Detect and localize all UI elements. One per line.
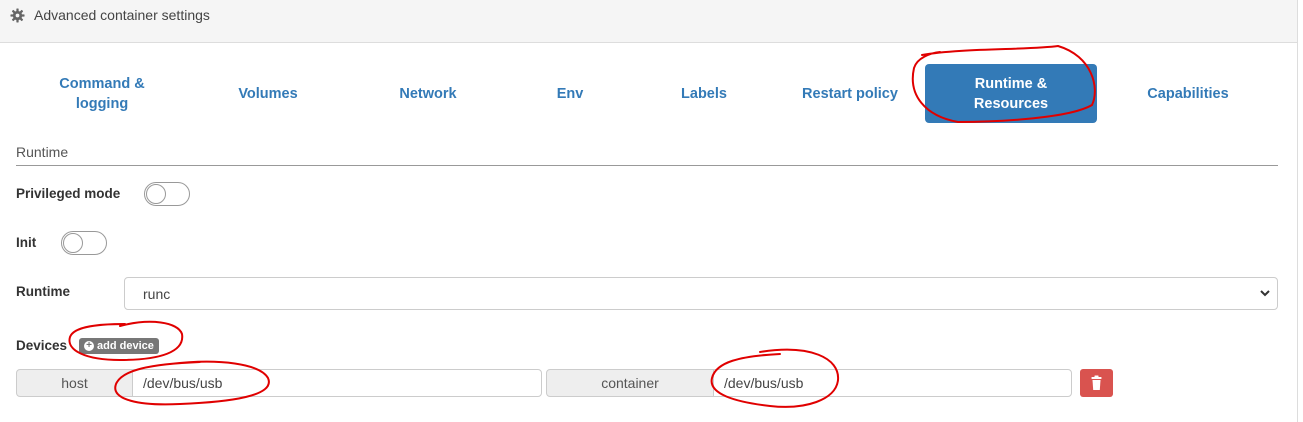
- gear-icon: [10, 8, 25, 23]
- add-device-label: add device: [97, 340, 154, 352]
- tab-capabilities[interactable]: Capabilities: [1108, 64, 1268, 123]
- add-device-button[interactable]: + add device: [79, 338, 159, 354]
- chevron-down-icon: [1260, 290, 1270, 297]
- tab-label: Volumes: [238, 85, 298, 102]
- runtime-select-value: runc: [143, 286, 171, 302]
- devices-label: Devices: [16, 338, 68, 353]
- tab-label: Capabilities: [1147, 85, 1229, 102]
- remove-device-button[interactable]: [1080, 369, 1113, 397]
- tab-network[interactable]: Network: [350, 64, 506, 123]
- panel-header: Advanced container settings: [0, 0, 1297, 43]
- panel-title: Advanced container settings: [34, 7, 210, 23]
- tab-labels[interactable]: Labels: [640, 64, 768, 123]
- trash-icon: [1091, 375, 1102, 390]
- runtime-label: Runtime: [16, 284, 70, 299]
- tab-runtime-resources[interactable]: Runtime & Resources: [925, 64, 1097, 123]
- host-addon: host: [16, 369, 133, 397]
- tab-volumes[interactable]: Volumes: [188, 64, 348, 123]
- tab-label: Restart policy: [802, 85, 898, 102]
- init-toggle[interactable]: [61, 231, 107, 255]
- privileged-mode-label: Privileged mode: [16, 186, 121, 201]
- plus-circle-icon: +: [84, 341, 94, 351]
- tab-label: Command & logging: [59, 75, 145, 112]
- panel-border: [1297, 0, 1298, 422]
- toggle-knob: [63, 233, 83, 253]
- tab-command-logging[interactable]: Command & logging: [23, 64, 181, 123]
- tab-label: Runtime & Resources: [973, 75, 1049, 112]
- tab-label: Network: [399, 85, 457, 102]
- runtime-select[interactable]: runc: [124, 277, 1278, 310]
- tab-label: Env: [556, 85, 584, 102]
- toggle-knob: [146, 184, 166, 204]
- tab-env[interactable]: Env: [510, 64, 630, 123]
- init-label: Init: [16, 235, 37, 250]
- tab-label: Labels: [681, 85, 727, 102]
- container-addon: container: [546, 369, 714, 397]
- privileged-mode-toggle[interactable]: [144, 182, 190, 206]
- host-path-input[interactable]: /dev/bus/usb: [132, 369, 542, 397]
- tab-restart-policy[interactable]: Restart policy: [778, 64, 922, 123]
- section-title: Runtime: [16, 144, 1278, 166]
- container-path-input[interactable]: /dev/bus/usb: [713, 369, 1072, 397]
